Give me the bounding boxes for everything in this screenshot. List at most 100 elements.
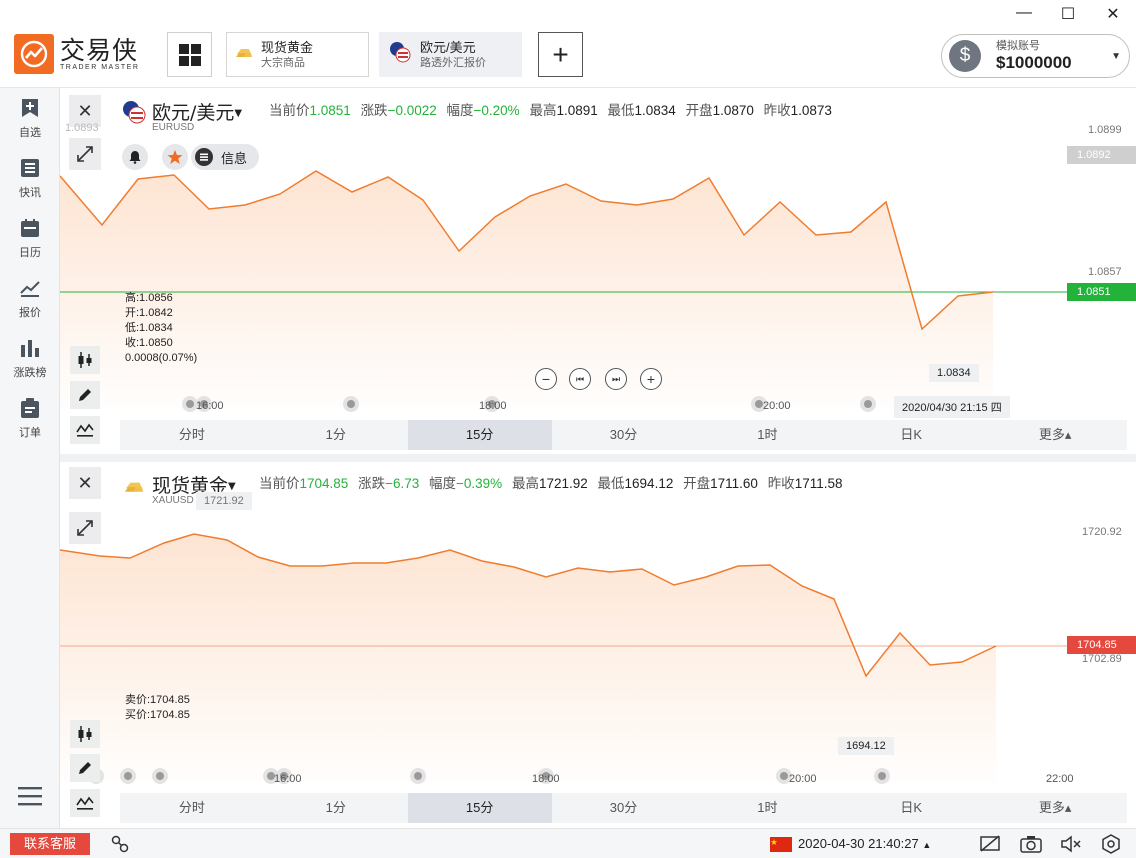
app-window: — ☐ ✕ 交易侠 TRADER MASTER 现货黄金 大宗商品 欧元/美元 … [0,0,1136,858]
time-axis-label: 20:00 [763,400,791,412]
period-tab[interactable]: 分时 [120,793,264,823]
step-forward-button[interactable]: ⏭ [605,368,627,390]
sidebar-item-news[interactable]: 快讯 [0,156,60,200]
indicator-button[interactable] [70,789,100,817]
current-price-label: 当前价 [259,476,300,491]
period-tab-active[interactable]: 15分 [407,793,552,823]
info-button[interactable]: 信息 [191,144,260,170]
minimize-icon[interactable]: — [1014,4,1034,22]
mute-icon[interactable] [1060,834,1082,858]
prev-close-value: 1.0873 [790,103,832,118]
period-tab[interactable]: 分时 [120,420,264,450]
current-price-tag: 1.0851 [1067,283,1136,301]
calendar-icon [0,216,60,240]
period-tab[interactable]: 30分 [552,420,696,450]
star-icon [167,150,183,164]
chart-panel-gold: ✕ 现货黄金▼ XAUUSD 1721.92 当前价1704.85 涨跌−6.7… [60,462,1136,826]
more-periods-button[interactable]: 更多▴ [983,420,1127,450]
time-axis-label: 20:00 [789,773,817,785]
layout-grid-button[interactable] [167,32,212,77]
time-axis-label: 18:00 [532,773,560,785]
high-point-tooltip: 1721.92 [196,492,252,510]
period-tab[interactable]: 30分 [552,793,696,823]
candlestick-icon [78,726,92,742]
status-datetime[interactable]: 2020-04-30 21:40:27 ▲ [798,836,931,851]
zoom-out-button[interactable]: − [535,368,557,390]
customer-service-button[interactable]: 联系客服 [10,833,90,855]
sidebar-item-rankings[interactable]: 涨跌榜 [0,336,60,380]
caret-up-icon: ▲ [922,840,932,850]
buy-price: 买价:1704.85 [125,709,190,721]
gold-line-chart[interactable] [60,462,1136,826]
candle-type-button[interactable] [70,346,100,374]
event-marker[interactable] [343,396,359,412]
draw-tool-button[interactable] [70,754,100,782]
period-tab[interactable]: 日K [839,793,983,823]
tab-subtitle: 大宗商品 [261,56,305,69]
tab-eurusd[interactable]: 欧元/美元 路透外汇报价 [379,32,522,77]
favorite-button[interactable] [162,144,188,170]
low-point-tooltip: 1.0834 [929,364,979,382]
chart-area [60,171,993,408]
sidebar-item-orders[interactable]: 订单 [0,396,60,440]
candle-type-button[interactable] [70,720,100,748]
expand-panel-button[interactable] [69,512,101,544]
tab-gold[interactable]: 现货黄金 大宗商品 [226,32,369,77]
maximize-icon[interactable]: ☐ [1058,4,1078,24]
pencil-icon [79,762,91,774]
period-tab[interactable]: 1分 [264,420,408,450]
axis-top-label: 1.0899 [1088,124,1122,136]
crosshair-time: 2020/04/30 21:15 四 [894,396,1010,418]
dollar-icon: $ [949,40,981,72]
close-icon: ✕ [77,100,93,121]
sidebar-item-quotes[interactable]: 报价 [0,276,60,320]
event-marker[interactable] [152,768,168,784]
settings-icon[interactable] [1100,834,1122,858]
time-axis-label: 18:00 [479,400,507,412]
sidebar-item-watchlist[interactable]: 自选 [0,96,60,140]
account-balance: $1000000 [996,53,1072,72]
panel-divider[interactable] [60,454,1136,462]
zoom-in-button[interactable]: + [640,368,662,390]
bell-icon [129,151,141,164]
open-value: 1711.60 [710,476,758,491]
alert-button[interactable] [122,144,148,170]
close-panel-button[interactable]: ✕ [69,467,101,499]
menu-list-icon[interactable] [18,786,42,813]
add-tab-button[interactable]: + [538,32,583,77]
ohlc-high: 高:1.0856 [125,292,173,304]
pct-value: −0.39% [456,476,503,491]
sidebar-label: 报价 [19,307,41,319]
event-marker[interactable] [860,396,876,412]
step-back-button[interactable]: ⏮ [569,368,591,390]
pct-value: −0.20% [473,103,520,118]
indicator-button[interactable] [70,416,100,444]
more-periods-button[interactable]: 更多▴ [983,793,1127,823]
symbol-selector[interactable]: 欧元/美元▼ [152,98,242,125]
time-axis-label: 16:00 [274,773,302,785]
sidebar-item-calendar[interactable]: 日历 [0,216,60,260]
period-tab[interactable]: 日K [839,420,983,450]
network-icon[interactable] [110,834,130,858]
screen-icon[interactable] [980,834,1002,858]
current-price: 1704.85 [299,476,349,491]
period-tab[interactable]: 1分 [264,793,408,823]
camera-icon[interactable] [1020,834,1042,858]
period-tab-active[interactable]: 15分 [407,420,552,450]
current-price-label: 当前价 [269,103,310,118]
period-tab[interactable]: 1时 [695,420,839,450]
expand-panel-button[interactable] [69,138,101,170]
minus-icon: − [541,371,551,387]
draw-tool-button[interactable] [70,381,100,409]
expand-icon [77,520,93,536]
event-marker[interactable] [874,768,890,784]
event-marker[interactable] [120,768,136,784]
period-tab[interactable]: 1时 [695,793,839,823]
symbol-code: XAUUSD [152,495,194,506]
account-selector[interactable]: $ 模拟账号 $1000000 ▼ [941,34,1130,78]
list-circle-icon [195,148,213,166]
eu-us-flag-icon [388,40,412,69]
close-window-icon[interactable]: ✕ [1103,4,1123,24]
sidebar-label: 订单 [19,427,41,439]
event-marker[interactable] [410,768,426,784]
